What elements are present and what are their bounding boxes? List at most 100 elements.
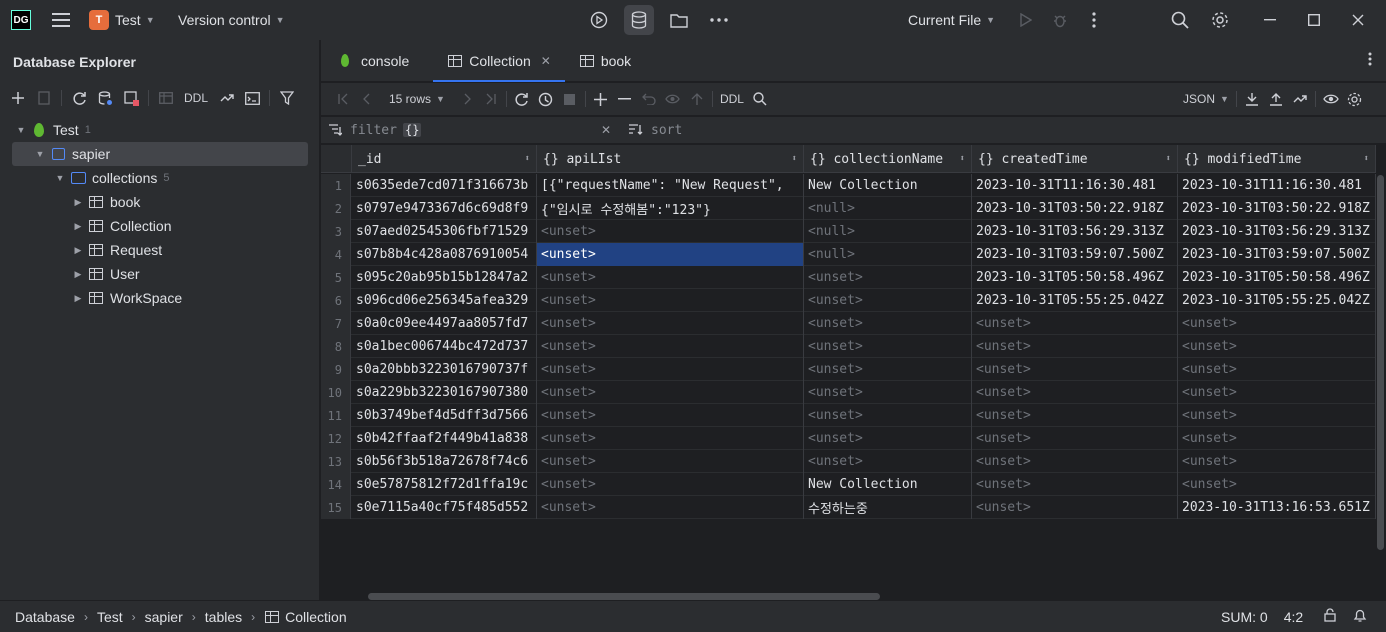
sort-arrows-icon[interactable]: ⬍ <box>525 154 530 164</box>
download-icon[interactable] <box>1240 87 1264 111</box>
row-number[interactable]: 6 <box>321 289 351 312</box>
cell-apilist[interactable]: <unset> <box>537 473 804 496</box>
cell-apilist[interactable]: <unset> <box>537 381 804 404</box>
cell-apilist[interactable]: <unset> <box>537 243 804 266</box>
disconnect-icon[interactable] <box>119 86 143 110</box>
row-number[interactable]: 14 <box>321 473 351 496</box>
last-page-icon[interactable] <box>479 87 503 111</box>
cell-createdtime[interactable]: <unset> <box>972 450 1178 473</box>
cell-collectionname[interactable]: <null> <box>804 243 972 266</box>
console-icon[interactable] <box>240 86 264 110</box>
next-page-icon[interactable] <box>455 87 479 111</box>
chevron-right-icon[interactable]: ▶ <box>70 293 86 304</box>
cell-id[interactable]: s0a229bb32230167907380 <box>352 381 537 404</box>
cell-id[interactable]: s0a1bec006744bc472d737 <box>352 335 537 358</box>
previous-page-icon[interactable] <box>355 87 379 111</box>
row-number[interactable]: 2 <box>321 197 351 220</box>
cell-apilist[interactable]: <unset> <box>537 289 804 312</box>
tree-node-request[interactable]: ▶ Request <box>0 238 320 262</box>
delete-row-icon[interactable] <box>613 87 637 111</box>
cell-createdtime[interactable]: 2023-10-31T03:50:22.918Z <box>972 197 1178 220</box>
cell-collectionname[interactable]: <unset> <box>804 289 972 312</box>
cell-apilist[interactable]: <unset> <box>537 450 804 473</box>
table-row[interactable]: 14 s0e57875812f72d1ffa19c <unset> New Colle… <box>321 473 1376 496</box>
ddl-button[interactable]: DDL <box>180 86 212 110</box>
search-icon[interactable] <box>1165 5 1195 35</box>
more-icon[interactable] <box>704 5 734 35</box>
cell-apilist[interactable]: <unset> <box>537 404 804 427</box>
tab-options-icon[interactable] <box>1368 52 1372 69</box>
cell-collectionname[interactable]: New Collection <box>804 174 972 197</box>
cell-modifiedtime[interactable]: <unset> <box>1178 358 1376 381</box>
column-header-apilist[interactable]: {} apiLIst ⬍ <box>537 145 804 173</box>
cell-id[interactable]: s07b8b4c428a0876910054 <box>352 243 537 266</box>
cell-collectionname[interactable]: <null> <box>804 220 972 243</box>
cell-apilist[interactable]: <unset> <box>537 496 804 519</box>
table-row[interactable]: 5 s095c20ab95b15b12847a2 <unset> <unset> 202… <box>321 266 1376 289</box>
cell-apilist[interactable]: {"임시로 수정해봄":"123"} <box>537 197 804 220</box>
chevron-right-icon[interactable]: ▶ <box>70 221 86 232</box>
cell-apilist[interactable]: <unset> <box>537 266 804 289</box>
table-row[interactable]: 9 s0a20bbb3223016790737f <unset> <unset> <un… <box>321 358 1376 381</box>
cell-id[interactable]: s0a20bbb3223016790737f <box>352 358 537 381</box>
cell-createdtime[interactable]: 2023-10-31T03:56:29.313Z <box>972 220 1178 243</box>
row-number[interactable]: 3 <box>321 220 351 243</box>
row-number[interactable]: 11 <box>321 404 351 427</box>
cell-collectionname[interactable]: <unset> <box>804 450 972 473</box>
cell-modifiedtime[interactable]: 2023-10-31T11:16:30.481 <box>1178 174 1376 197</box>
table-row[interactable]: 11 s0b3749bef4d5dff3d7566 <unset> <unset> <u… <box>321 404 1376 427</box>
table-row[interactable]: 7 s0a0c09ee4497aa8057fd7 <unset> <unset> <un… <box>321 312 1376 335</box>
row-number[interactable]: 12 <box>321 427 351 450</box>
table-row[interactable]: 8 s0a1bec006744bc472d737 <unset> <unset> <un… <box>321 335 1376 358</box>
compare-icon[interactable] <box>1288 87 1312 111</box>
maximize-icon[interactable] <box>1299 5 1329 35</box>
cell-collectionname[interactable]: <unset> <box>804 358 972 381</box>
cell-modifiedtime[interactable]: 2023-10-31T05:55:25.042Z <box>1178 289 1376 312</box>
cell-id[interactable]: s0e7115a40cf75f485d552 <box>352 496 537 519</box>
cell-collectionname[interactable]: <unset> <box>804 427 972 450</box>
tab-collection[interactable]: Collection ✕ <box>433 40 565 82</box>
cell-modifiedtime[interactable]: <unset> <box>1178 312 1376 335</box>
revert-icon[interactable] <box>637 87 661 111</box>
cell-collectionname[interactable]: New Collection <box>804 473 972 496</box>
cell-createdtime[interactable]: 2023-10-31T03:59:07.500Z <box>972 243 1178 266</box>
cell-createdtime[interactable]: <unset> <box>972 312 1178 335</box>
upload-icon[interactable] <box>1264 87 1288 111</box>
chevron-down-icon[interactable]: ▼ <box>13 125 29 135</box>
submit-icon[interactable] <box>685 87 709 111</box>
table-row[interactable]: 3 s07aed02545306fbf71529 <unset> <null> 2023… <box>321 220 1376 243</box>
cell-apilist[interactable]: <unset> <box>537 335 804 358</box>
table-row[interactable]: 13 s0b56f3b518a72678f74c6 <unset> <unset> <u… <box>321 450 1376 473</box>
breadcrumb-item[interactable]: Database <box>15 609 75 625</box>
tree-node-sapier[interactable]: ▼ sapier <box>12 142 308 166</box>
close-tab-icon[interactable]: ✕ <box>541 54 551 68</box>
reload-icon[interactable] <box>510 87 534 111</box>
refresh-icon[interactable] <box>67 86 91 110</box>
cell-createdtime[interactable]: <unset> <box>972 381 1178 404</box>
settings-gear-icon[interactable] <box>1205 5 1235 35</box>
kebab-menu-icon[interactable] <box>1079 5 1109 35</box>
view-eye-icon[interactable] <box>1319 87 1343 111</box>
database-icon[interactable] <box>624 5 654 35</box>
table-row[interactable]: 1 s0635ede7cd071f316673b [{"requestName": … <box>321 174 1376 197</box>
table-row[interactable]: 4 s07b8b4c428a0876910054 <unset> <null> 2023… <box>321 243 1376 266</box>
sort-arrows-icon[interactable]: ⬍ <box>1364 154 1369 164</box>
cell-modifiedtime[interactable]: <unset> <box>1178 427 1376 450</box>
add-row-icon[interactable] <box>589 87 613 111</box>
cell-modifiedtime[interactable]: 2023-10-31T13:16:53.651Z <box>1178 496 1376 519</box>
row-number[interactable]: 5 <box>321 266 351 289</box>
cell-id[interactable]: s0635ede7cd071f316673b <box>352 174 537 197</box>
row-number[interactable]: 15 <box>321 496 351 519</box>
folder-icon[interactable] <box>664 5 694 35</box>
cell-id[interactable]: s0e57875812f72d1ffa19c <box>352 473 537 496</box>
vertical-scrollbar[interactable] <box>1377 175 1384 550</box>
cell-collectionname[interactable]: <null> <box>804 197 972 220</box>
debug-icon[interactable] <box>1045 5 1075 35</box>
format-selector[interactable]: JSON ▼ <box>1179 87 1233 111</box>
table-row[interactable]: 6 s096cd06e256345afea329 <unset> <unset> 202… <box>321 289 1376 312</box>
sort-arrows-icon[interactable]: ⬍ <box>1166 154 1171 164</box>
preview-changes-icon[interactable] <box>661 87 685 111</box>
cell-collectionname[interactable]: <unset> <box>804 266 972 289</box>
vcs-selector[interactable]: Version control ▼ <box>178 0 285 40</box>
table-row[interactable]: 10 s0a229bb32230167907380 <unset> <unset> <u… <box>321 381 1376 404</box>
